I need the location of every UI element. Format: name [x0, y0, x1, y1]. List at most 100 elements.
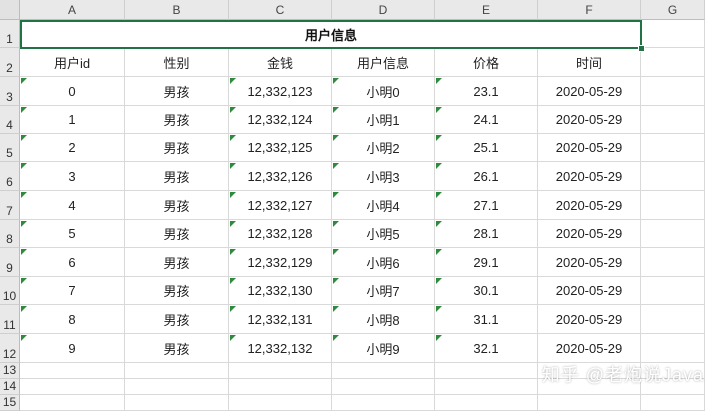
header-cell-b[interactable]: 性别 — [125, 48, 229, 77]
cell-g9[interactable] — [641, 248, 705, 277]
cell-e13[interactable] — [435, 363, 538, 379]
cell-c13[interactable] — [229, 363, 332, 379]
cell-g10[interactable] — [641, 277, 705, 305]
column-header-g[interactable]: G — [641, 0, 705, 20]
cell-b5[interactable]: 男孩 — [125, 134, 229, 162]
cell-a9[interactable]: 6 — [20, 248, 125, 277]
cell-d15[interactable] — [332, 395, 435, 411]
cell-b12[interactable]: 男孩 — [125, 334, 229, 363]
row-header-12[interactable]: 12 — [0, 334, 20, 363]
fill-handle[interactable] — [638, 45, 645, 52]
cell-a8[interactable]: 5 — [20, 220, 125, 248]
row-header-5[interactable]: 5 — [0, 134, 20, 162]
cell-g4[interactable] — [641, 106, 705, 134]
cell-a5[interactable]: 2 — [20, 134, 125, 162]
cell-g1[interactable] — [641, 20, 705, 48]
cell-a13[interactable] — [20, 363, 125, 379]
cell-c4[interactable]: 12,332,124 — [229, 106, 332, 134]
cell-e14[interactable] — [435, 379, 538, 395]
cell-c9[interactable]: 12,332,129 — [229, 248, 332, 277]
cell-a6[interactable]: 3 — [20, 162, 125, 191]
row-header-3[interactable]: 3 — [0, 77, 20, 106]
cell-g2[interactable] — [641, 48, 705, 77]
column-header-c[interactable]: C — [229, 0, 332, 20]
header-cell-c[interactable]: 金钱 — [229, 48, 332, 77]
cell-c14[interactable] — [229, 379, 332, 395]
cell-d8[interactable]: 小明5 — [332, 220, 435, 248]
column-header-b[interactable]: B — [125, 0, 229, 20]
cell-e4[interactable]: 24.1 — [435, 106, 538, 134]
column-header-a[interactable]: A — [20, 0, 125, 20]
cell-f11[interactable]: 2020-05-29 — [538, 305, 641, 334]
cell-b3[interactable]: 男孩 — [125, 77, 229, 106]
cell-f9[interactable]: 2020-05-29 — [538, 248, 641, 277]
cell-d13[interactable] — [332, 363, 435, 379]
row-header-8[interactable]: 8 — [0, 220, 20, 248]
cell-e12[interactable]: 32.1 — [435, 334, 538, 363]
row-header-6[interactable]: 6 — [0, 162, 20, 191]
cell-d12[interactable]: 小明9 — [332, 334, 435, 363]
cell-f8[interactable]: 2020-05-29 — [538, 220, 641, 248]
cell-e11[interactable]: 31.1 — [435, 305, 538, 334]
cell-c10[interactable]: 12,332,130 — [229, 277, 332, 305]
cell-d14[interactable] — [332, 379, 435, 395]
row-header-7[interactable]: 7 — [0, 191, 20, 220]
cell-a12[interactable]: 9 — [20, 334, 125, 363]
cell-b6[interactable]: 男孩 — [125, 162, 229, 191]
cell-g5[interactable] — [641, 134, 705, 162]
cell-d3[interactable]: 小明0 — [332, 77, 435, 106]
cell-g11[interactable] — [641, 305, 705, 334]
cell-c8[interactable]: 12,332,128 — [229, 220, 332, 248]
cell-d5[interactable]: 小明2 — [332, 134, 435, 162]
cell-c15[interactable] — [229, 395, 332, 411]
cell-b14[interactable] — [125, 379, 229, 395]
cell-g3[interactable] — [641, 77, 705, 106]
cell-a11[interactable]: 8 — [20, 305, 125, 334]
cell-e15[interactable] — [435, 395, 538, 411]
cell-f3[interactable]: 2020-05-29 — [538, 77, 641, 106]
cell-f12[interactable]: 2020-05-29 — [538, 334, 641, 363]
cell-f5[interactable]: 2020-05-29 — [538, 134, 641, 162]
cell-f10[interactable]: 2020-05-29 — [538, 277, 641, 305]
cell-a14[interactable] — [20, 379, 125, 395]
header-cell-d[interactable]: 用户信息 — [332, 48, 435, 77]
merged-title-cell[interactable]: 用户信息 — [20, 20, 642, 49]
cell-a4[interactable]: 1 — [20, 106, 125, 134]
cell-e8[interactable]: 28.1 — [435, 220, 538, 248]
cell-b8[interactable]: 男孩 — [125, 220, 229, 248]
cell-b13[interactable] — [125, 363, 229, 379]
row-header-13[interactable]: 13 — [0, 363, 20, 379]
row-header-9[interactable]: 9 — [0, 248, 20, 277]
cell-f7[interactable]: 2020-05-29 — [538, 191, 641, 220]
header-cell-f[interactable]: 时间 — [538, 48, 641, 77]
row-header-4[interactable]: 4 — [0, 106, 20, 134]
cell-b4[interactable]: 男孩 — [125, 106, 229, 134]
cell-d11[interactable]: 小明8 — [332, 305, 435, 334]
cell-b7[interactable]: 男孩 — [125, 191, 229, 220]
column-header-e[interactable]: E — [435, 0, 538, 20]
header-cell-a[interactable]: 用户id — [20, 48, 125, 77]
cell-g8[interactable] — [641, 220, 705, 248]
row-header-1[interactable]: 1 — [0, 20, 20, 48]
row-header-10[interactable]: 10 — [0, 277, 20, 305]
cell-g15[interactable] — [641, 395, 705, 411]
cell-f6[interactable]: 2020-05-29 — [538, 162, 641, 191]
cell-g7[interactable] — [641, 191, 705, 220]
cell-e6[interactable]: 26.1 — [435, 162, 538, 191]
cell-b15[interactable] — [125, 395, 229, 411]
cell-c11[interactable]: 12,332,131 — [229, 305, 332, 334]
cell-e7[interactable]: 27.1 — [435, 191, 538, 220]
cell-d6[interactable]: 小明3 — [332, 162, 435, 191]
row-header-15[interactable]: 15 — [0, 395, 20, 411]
cell-f15[interactable] — [538, 395, 641, 411]
cell-c7[interactable]: 12,332,127 — [229, 191, 332, 220]
row-header-2[interactable]: 2 — [0, 48, 20, 77]
cell-e9[interactable]: 29.1 — [435, 248, 538, 277]
cell-c6[interactable]: 12,332,126 — [229, 162, 332, 191]
cell-a15[interactable] — [20, 395, 125, 411]
cell-d10[interactable]: 小明7 — [332, 277, 435, 305]
cell-e3[interactable]: 23.1 — [435, 77, 538, 106]
cell-e10[interactable]: 30.1 — [435, 277, 538, 305]
cell-f4[interactable]: 2020-05-29 — [538, 106, 641, 134]
cell-d9[interactable]: 小明6 — [332, 248, 435, 277]
